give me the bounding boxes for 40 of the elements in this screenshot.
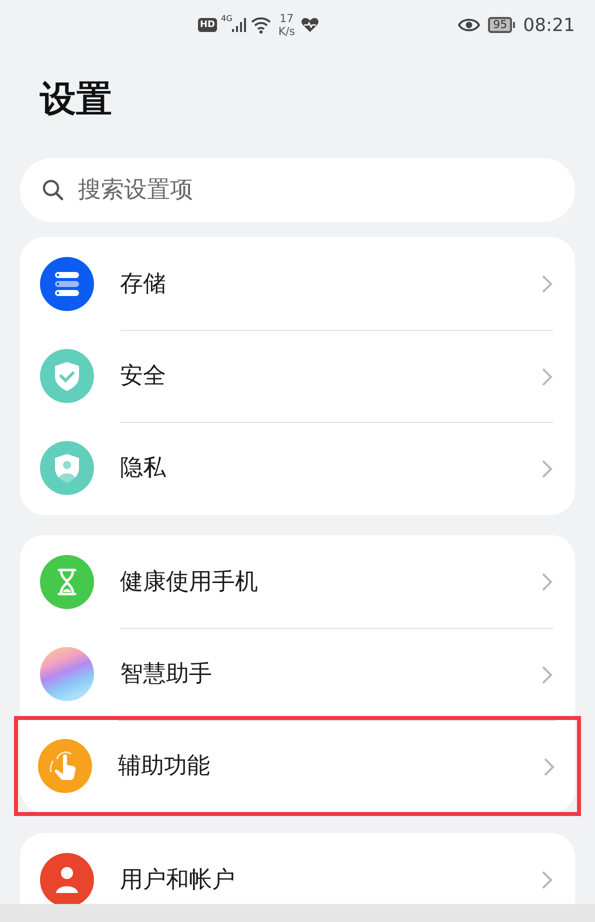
settings-item[interactable]: 隐私: [20, 422, 575, 514]
clock: 08:21: [523, 14, 575, 38]
search-field[interactable]: 搜索设置项: [20, 158, 575, 222]
settings-item[interactable]: 用户和帐户: [20, 834, 575, 904]
settings-item[interactable]: 辅助功能: [18, 720, 577, 812]
page-title: 设置: [40, 82, 113, 122]
item-label: 用户和帐户: [120, 866, 236, 895]
hourglass-icon: [40, 555, 94, 609]
gradient-orb-icon: [40, 647, 94, 701]
speed-value: 17: [280, 13, 294, 24]
battery-indicator: 95: [488, 17, 516, 33]
chevron-icon: [541, 572, 553, 592]
settings-item[interactable]: 安全: [20, 330, 575, 422]
chevron-icon: [541, 458, 553, 478]
hand-pointer-icon: [38, 739, 92, 793]
wifi-icon: [250, 16, 272, 34]
network-label: 4G: [221, 15, 232, 23]
speed-unit: K/s: [278, 26, 295, 37]
chevron-icon: [541, 664, 553, 684]
item-label: 安全: [120, 362, 167, 392]
heart-pulse-icon: [300, 17, 319, 33]
shield-person-icon: [40, 441, 94, 495]
item-label: 健康使用手机: [120, 568, 259, 597]
settings-item[interactable]: 智慧助手: [20, 628, 575, 720]
chevron-icon: [543, 756, 555, 776]
settings-item[interactable]: 存储: [20, 238, 575, 330]
hd-badge: HD: [198, 18, 218, 32]
chevron-icon: [541, 870, 553, 890]
chevron-icon: [541, 366, 553, 386]
shield-check-icon: [40, 349, 94, 403]
chevron-icon: [541, 274, 553, 294]
search-icon: [42, 179, 64, 201]
signal-icon: [232, 17, 246, 33]
item-label: 智慧助手: [120, 660, 213, 690]
settings-item[interactable]: 健康使用手机: [20, 536, 575, 628]
item-label: 隐私: [120, 454, 167, 484]
eye-icon: [458, 18, 480, 32]
storage-icon: [40, 257, 94, 311]
item-label: 辅助功能: [118, 752, 211, 782]
item-label: 存储: [120, 270, 167, 299]
